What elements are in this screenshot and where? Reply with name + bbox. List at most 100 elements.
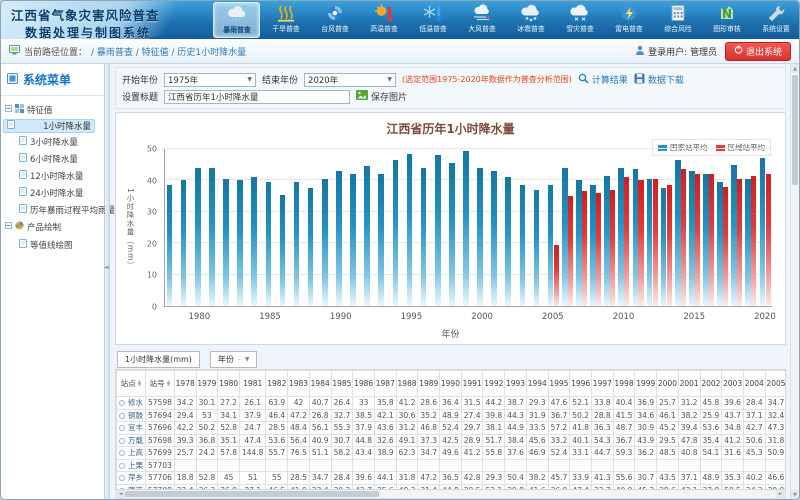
tree-group-0[interactable]: 特征值 (3, 101, 102, 119)
col-header-1984[interactable]: 1984 (309, 371, 331, 397)
tree-item-0-3[interactable]: 12小时降水量 (3, 167, 102, 184)
download-button[interactable]: 数据下载 (634, 73, 684, 87)
value-cell: 62.3 (396, 447, 418, 460)
col-header-2000[interactable]: 2000 (657, 371, 679, 397)
nav-item-low-temp[interactable]: 低温普查 (409, 2, 456, 38)
col-header-1985[interactable]: 1985 (331, 371, 353, 397)
scroll-up-arrow-icon[interactable]: ▲ (791, 64, 799, 73)
col-header-1991[interactable]: 1991 (461, 371, 483, 397)
expander-icon[interactable] (5, 105, 12, 115)
tree-item-0-4[interactable]: 24小时降水量 (3, 184, 102, 201)
table-row-上高[interactable]: 上高5769925.724.257.8144.855.776.551.158.2… (117, 447, 787, 460)
value-cell (635, 459, 657, 472)
expander-icon[interactable] (5, 222, 12, 232)
nav-item-wind[interactable]: 大风普查 (458, 2, 505, 38)
nav-item-label: 暴雨普查 (223, 24, 251, 34)
value-cell: 28.4 (331, 472, 353, 485)
col-header-1996[interactable]: 1996 (570, 371, 592, 397)
nav-item-map-review[interactable]: N图形审核 (703, 2, 750, 38)
radio-icon[interactable] (119, 425, 125, 431)
table-horizontal-scrollbar[interactable]: ◄ ► (115, 490, 786, 499)
col-header-1992[interactable]: 1992 (483, 371, 505, 397)
tree-item-1-0[interactable]: 等值线绘图 (3, 236, 102, 253)
value-cell (548, 459, 570, 472)
col-header-1982[interactable]: 1982 (266, 371, 288, 397)
nav-item-typhoon[interactable]: 台风普查 (311, 2, 358, 38)
chart-title-input[interactable] (164, 90, 350, 104)
nav-item-drought[interactable]: 干旱普查 (262, 2, 309, 38)
scroll-right-arrow-icon[interactable]: ► (776, 490, 785, 498)
radio-icon[interactable] (119, 450, 125, 456)
col-header-station-id[interactable]: 站号▲▼ (146, 371, 175, 397)
value-cell: 58.2 (331, 447, 353, 460)
end-year-select[interactable]: 2020年▼ (304, 73, 396, 87)
radio-icon[interactable] (119, 463, 125, 469)
table-row-宜丰[interactable]: 宜丰5769642.250.252.824.728.548.456.155.33… (117, 422, 787, 435)
table-row-上栗[interactable]: 上栗57703 (117, 459, 787, 472)
value-cell: 31.9 (526, 409, 548, 422)
col-header-1979[interactable]: 1979 (196, 371, 218, 397)
page-vertical-scrollbar[interactable]: ▲ ▼ (790, 64, 799, 499)
calculate-button[interactable]: 计算结果 (578, 73, 628, 87)
tree-item-0-5[interactable]: 历年暴雨过程平均雨量 (3, 201, 102, 218)
nav-item-hail[interactable]: 冰雹普查 (507, 2, 554, 38)
col-header-2005[interactable]: 2005 (765, 371, 786, 397)
col-header-1989[interactable]: 1989 (418, 371, 440, 397)
scroll-down-arrow-icon[interactable]: ▼ (791, 490, 799, 499)
nav-item-rainstorm[interactable]: 暴雨普查 (213, 2, 260, 38)
table-row-铜鼓[interactable]: 铜鼓5769429.45334.137.946.447.226.832.738.… (117, 409, 787, 422)
tree-item-0-0[interactable]: 1小时降水量 (3, 119, 95, 133)
nav-item-composite-risk[interactable]: 综合风险 (654, 2, 701, 38)
col-header-1994[interactable]: 1994 (526, 371, 548, 397)
table-row-万载[interactable]: 万载5769839.336.835.147.453.656.440.930.74… (117, 434, 787, 447)
table-row-修水[interactable]: 修水5759834.230.127.226.163.94240.726.4333… (117, 397, 787, 410)
col-header-1998[interactable]: 1998 (613, 371, 635, 397)
typhoon-icon (324, 3, 346, 23)
table-row-萍乡[interactable]: 萍乡5770618.852.845515528.534.728.439.644.… (117, 472, 787, 485)
value-cell: 33.5 (526, 422, 548, 435)
col-header-station[interactable]: 站点▲▼ (117, 371, 146, 397)
save-image-button[interactable]: 保存图片 (356, 90, 407, 103)
table-header-row: 站点▲▼站号▲▼19781979198019811982198319841985… (117, 371, 787, 397)
radio-icon[interactable] (119, 475, 125, 481)
nav-item-high-temp[interactable]: 高温普查 (360, 2, 407, 38)
hscroll-thumb[interactable] (125, 491, 379, 497)
col-header-1997[interactable]: 1997 (592, 371, 614, 397)
sidebar-splitter[interactable]: ◄ (105, 64, 110, 499)
tree-group-1[interactable]: 产品绘制 (3, 218, 102, 236)
col-header-1999[interactable]: 1999 (635, 371, 657, 397)
col-header-1978[interactable]: 1978 (174, 371, 196, 397)
scroll-left-arrow-icon[interactable]: ◄ (116, 490, 125, 498)
value-cell: 38.7 (505, 397, 527, 410)
exit-system-button[interactable]: 退出系统 (725, 42, 791, 61)
col-header-1988[interactable]: 1988 (396, 371, 418, 397)
col-header-1983[interactable]: 1983 (288, 371, 310, 397)
tree-item-0-1[interactable]: 3小时降水量 (3, 133, 102, 150)
col-header-2004[interactable]: 2004 (743, 371, 765, 397)
col-header-1993[interactable]: 1993 (505, 371, 527, 397)
col-header-2002[interactable]: 2002 (700, 371, 722, 397)
tree-item-0-2[interactable]: 6小时降水量 (3, 150, 102, 167)
col-header-1980[interactable]: 1980 (218, 371, 240, 397)
nav-item-lightning[interactable]: 雷电普查 (605, 2, 652, 38)
col-header-1981[interactable]: 1981 (239, 371, 265, 397)
col-header-1987[interactable]: 1987 (374, 371, 396, 397)
radio-icon[interactable] (119, 400, 125, 406)
col-header-1995[interactable]: 1995 (548, 371, 570, 397)
year-group-selector[interactable]: 年份-▼ (210, 351, 258, 368)
station-id: 57706 (146, 472, 175, 485)
radio-icon[interactable] (119, 438, 125, 444)
nav-item-snow[interactable]: 雪灾普查 (556, 2, 603, 38)
start-year-select[interactable]: 1975年▼ (164, 73, 256, 87)
bar-national-1992 (364, 166, 370, 306)
unit-selector[interactable]: 1小时降水量(mm) (117, 351, 200, 368)
col-header-2001[interactable]: 2001 (678, 371, 700, 397)
col-header-2003[interactable]: 2003 (722, 371, 744, 397)
radio-icon[interactable] (119, 413, 125, 419)
col-header-1990[interactable]: 1990 (440, 371, 462, 397)
col-header-1986[interactable]: 1986 (353, 371, 375, 397)
nav-item-system-settings[interactable]: 系统设置 (752, 2, 799, 38)
bar-national-2000 (477, 168, 483, 306)
value-cell: 27.2 (218, 397, 240, 410)
vscroll-thumb[interactable] (792, 75, 798, 185)
